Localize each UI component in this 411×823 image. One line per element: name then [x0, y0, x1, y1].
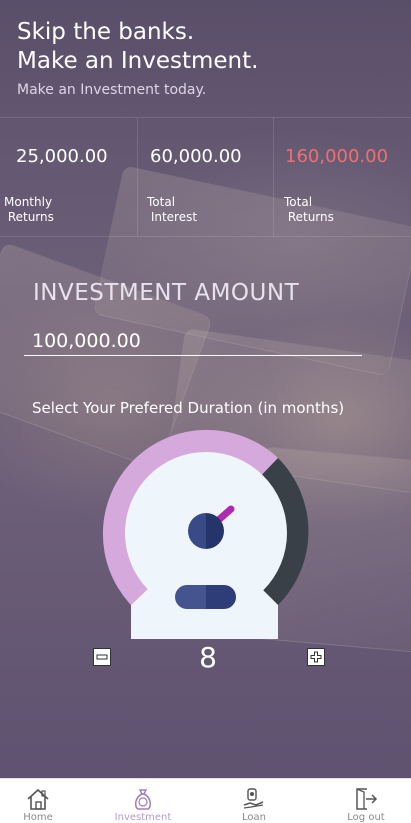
money-bag-icon — [134, 789, 152, 810]
plus-icon — [310, 651, 322, 663]
gauge-pill-left — [175, 585, 206, 609]
logout-icon — [356, 788, 378, 810]
stat-label: Total Returns — [284, 195, 334, 224]
stat-value: 60,000.00 — [150, 146, 242, 167]
investment-amount-input[interactable] — [24, 326, 362, 356]
loan-icon — [243, 788, 264, 809]
stat-total-interest: 60,000.00 Total Interest — [137, 117, 274, 237]
duration-label: Select Your Prefered Duration (in months… — [32, 399, 345, 417]
duration-value: 8 — [199, 641, 217, 674]
stat-label: Total Interest — [147, 195, 198, 224]
stat-value: 160,000.00 — [285, 146, 389, 167]
increase-duration-button[interactable] — [307, 648, 325, 666]
hero-subtitle: Make an Investment today. — [17, 82, 207, 98]
stat-monthly-returns: 25,000.00 Monthly Returns — [0, 117, 137, 237]
hero-title: Skip the banks. Make an Investment. — [17, 18, 258, 76]
hero-title-line2: Make an Investment. — [17, 48, 259, 74]
gauge-pill-right — [206, 585, 236, 609]
tab-label: Investment — [114, 812, 172, 823]
tab-label: Log out — [347, 812, 385, 823]
tab-label: Home — [23, 812, 53, 823]
stats-row: 25,000.00 Monthly Returns 60,000.00 Tota… — [0, 117, 411, 237]
stat-total-returns: 160,000.00 Total Returns — [273, 117, 411, 237]
stat-label: Monthly Returns — [4, 195, 54, 224]
hero-title-line1: Skip the banks. — [17, 19, 195, 45]
tab-home[interactable]: Home — [0, 779, 78, 823]
tab-logout[interactable]: Log out — [326, 779, 406, 823]
tab-investment[interactable]: Investment — [103, 779, 183, 823]
minus-icon — [96, 654, 108, 660]
decrease-duration-button[interactable] — [93, 648, 111, 666]
duration-gauge[interactable] — [100, 427, 312, 639]
investment-amount-label: INVESTMENT AMOUNT — [33, 280, 300, 306]
tab-label: Loan — [242, 812, 266, 823]
stat-value: 25,000.00 — [16, 146, 108, 167]
bottom-tab-bar: Home Investment Loan Log out — [0, 778, 411, 823]
tab-loan[interactable]: Loan — [214, 779, 294, 823]
home-icon — [27, 788, 49, 810]
